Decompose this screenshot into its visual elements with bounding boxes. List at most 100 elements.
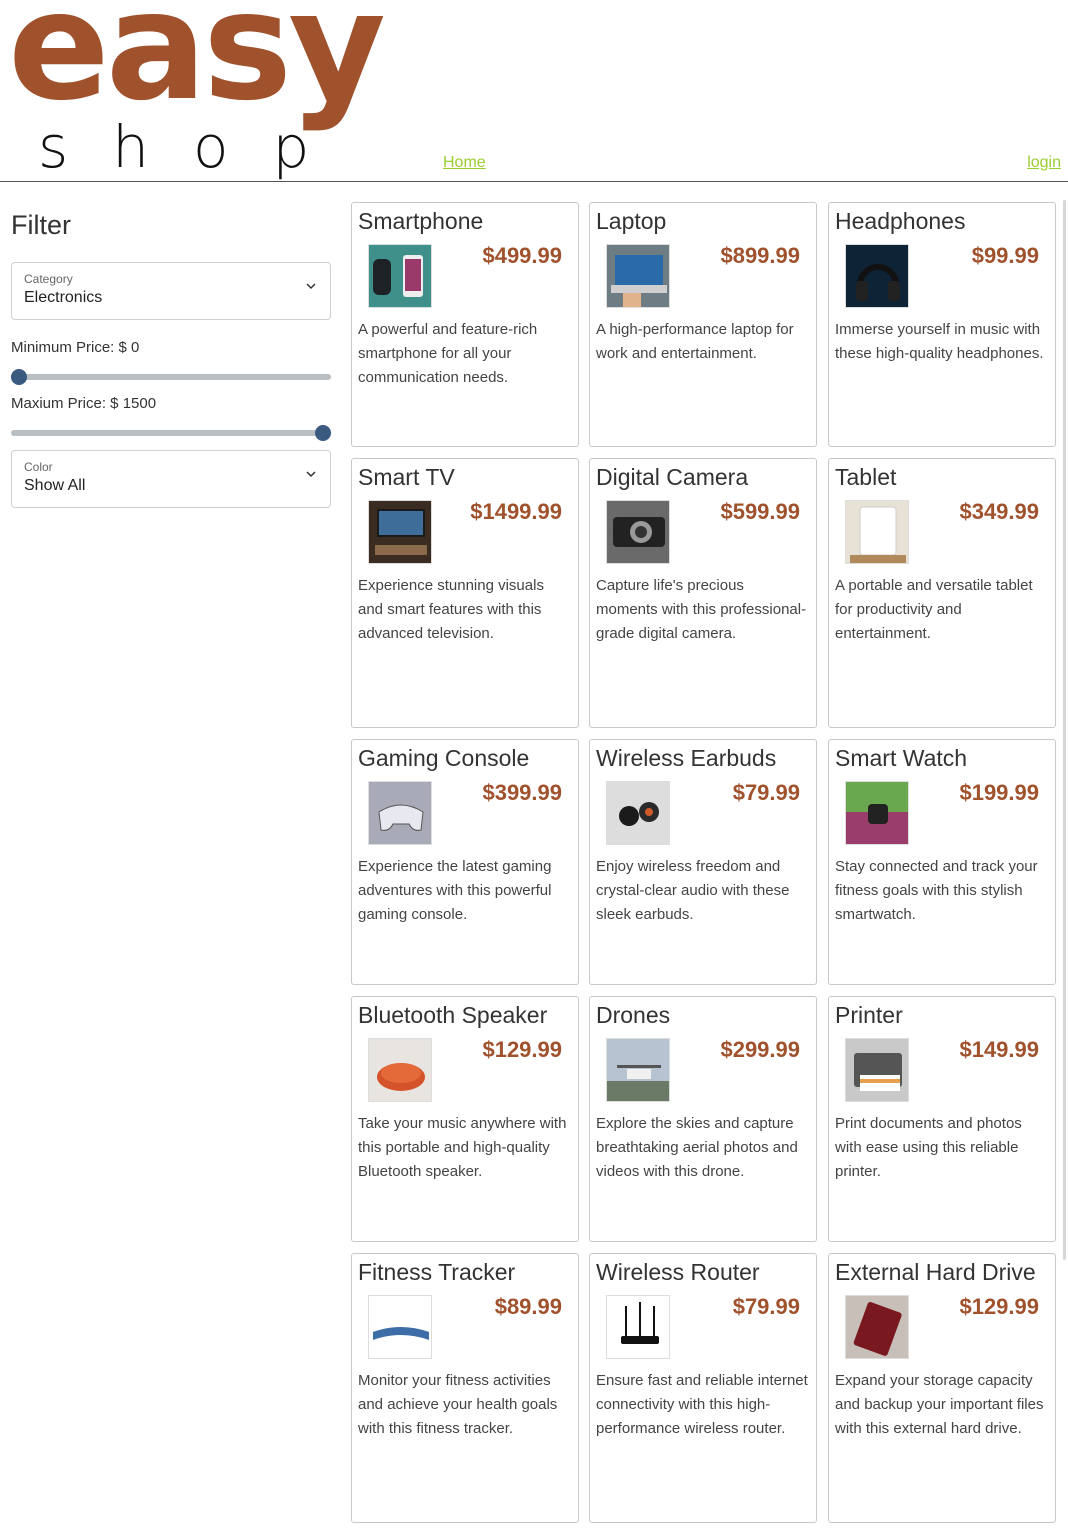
min-price-slider[interactable] xyxy=(11,365,331,389)
product-name[interactable]: Drones xyxy=(596,1002,670,1029)
category-label: Category xyxy=(24,272,73,286)
product-price: $129.99 xyxy=(482,1037,562,1062)
product-card[interactable]: Digital Camera $599.99 Capture life's prec… xyxy=(589,458,817,728)
product-price: $299.99 xyxy=(720,1037,800,1062)
color-label: Color xyxy=(24,460,53,474)
product-image[interactable] xyxy=(368,500,432,564)
product-card[interactable]: Laptop $899.99 A high-performance laptop f… xyxy=(589,202,817,447)
product-description: Expand your storage capacity and backup … xyxy=(835,1372,1044,1437)
product-card[interactable]: Headphones $99.99 Immerse yourself in musi… xyxy=(828,202,1056,447)
product-name[interactable]: Tablet xyxy=(835,464,896,491)
product-name[interactable]: Smart Watch xyxy=(835,745,967,772)
scrollbar[interactable] xyxy=(1063,200,1066,1260)
nav-home-link[interactable]: Home xyxy=(443,154,486,172)
product-image[interactable] xyxy=(845,244,909,308)
chevron-down-icon xyxy=(306,471,316,478)
product-image[interactable] xyxy=(606,1038,670,1102)
product-price: $399.99 xyxy=(482,780,562,805)
filter-title: Filter xyxy=(11,210,71,240)
product-name[interactable]: Gaming Console xyxy=(358,745,529,772)
product-card[interactable]: Fitness Tracker $89.99 Monitor your fitnes… xyxy=(351,1253,579,1523)
product-card[interactable]: Printer $149.99 Print documents and photos… xyxy=(828,996,1056,1242)
product-description: Immerse yourself in music with these hig… xyxy=(835,321,1044,362)
max-price-slider[interactable] xyxy=(11,421,331,445)
product-card[interactable]: Smart TV $1499.99 Experience stunning visu… xyxy=(351,458,579,728)
chevron-down-icon xyxy=(306,283,316,290)
product-name[interactable]: Printer xyxy=(835,1002,903,1029)
product-description: A powerful and feature-rich smartphone f… xyxy=(358,321,538,386)
product-image[interactable] xyxy=(606,244,670,308)
product-price: $79.99 xyxy=(732,1294,800,1319)
product-price: $79.99 xyxy=(732,780,800,805)
product-name[interactable]: Wireless Router xyxy=(596,1259,760,1286)
product-name[interactable]: Bluetooth Speaker xyxy=(358,1002,547,1029)
product-card[interactable]: Gaming Console $399.99 Experience the late… xyxy=(351,739,579,985)
product-price: $149.99 xyxy=(959,1037,1039,1062)
max-price-thumb[interactable] xyxy=(315,425,331,441)
product-price: $1499.99 xyxy=(470,499,562,524)
easy-shop-logo[interactable]: easy shop xyxy=(8,0,428,180)
product-name[interactable]: Digital Camera xyxy=(596,464,748,491)
product-description: Enjoy wireless freedom and crystal-clear… xyxy=(596,858,790,923)
product-price: $599.99 xyxy=(720,499,800,524)
product-description: Experience the latest gaming adventures … xyxy=(358,858,552,923)
product-description: Experience stunning visuals and smart fe… xyxy=(358,577,544,642)
product-name[interactable]: Smartphone xyxy=(358,208,483,235)
filter-panel: Filter Category Electronics Minimum Pric… xyxy=(11,200,331,508)
logo-easy-text: easy xyxy=(8,0,386,134)
product-description: Stay connected and track your fitness go… xyxy=(835,858,1038,923)
product-price: $89.99 xyxy=(494,1294,562,1319)
product-description: Monitor your fitness activities and achi… xyxy=(358,1372,558,1437)
product-image[interactable] xyxy=(606,500,670,564)
product-name[interactable]: Wireless Earbuds xyxy=(596,745,776,772)
product-card[interactable]: Tablet $349.99 A portable and versatile ta… xyxy=(828,458,1056,728)
product-description: Ensure fast and reliable internet connec… xyxy=(596,1372,808,1437)
product-name[interactable]: Fitness Tracker xyxy=(358,1259,515,1286)
product-description: A high-performance laptop for work and e… xyxy=(596,321,794,362)
product-card[interactable]: Wireless Earbuds $79.99 Enjoy wireless fre… xyxy=(589,739,817,985)
product-price: $349.99 xyxy=(959,499,1039,524)
product-image[interactable] xyxy=(606,1295,670,1359)
product-price: $899.99 xyxy=(720,243,800,268)
product-card[interactable]: Smart Watch $199.99 Stay connected and tra… xyxy=(828,739,1056,985)
product-name[interactable]: Smart TV xyxy=(358,464,455,491)
min-price-label: Minimum Price: $ 0 xyxy=(11,339,140,356)
product-image[interactable] xyxy=(845,1038,909,1102)
color-value: Show All xyxy=(24,477,86,494)
product-image[interactable] xyxy=(606,781,670,845)
product-image[interactable] xyxy=(368,244,432,308)
product-image[interactable] xyxy=(845,1295,909,1359)
product-price: $499.99 xyxy=(482,243,562,268)
product-card[interactable]: Wireless Router $79.99 Ensure fast and rel… xyxy=(589,1253,817,1523)
product-name[interactable]: Headphones xyxy=(835,208,965,235)
product-price: $99.99 xyxy=(971,243,1039,268)
product-image[interactable] xyxy=(368,1295,432,1359)
product-price: $199.99 xyxy=(959,780,1039,805)
product-price: $129.99 xyxy=(959,1294,1039,1319)
max-price-label: Maxium Price: $ 1500 xyxy=(11,395,157,412)
product-card[interactable]: Drones $299.99 Explore the skies and captu… xyxy=(589,996,817,1242)
product-image[interactable] xyxy=(368,1038,432,1102)
site-header: easy shop Home login xyxy=(0,0,1068,182)
logo-shop-text: shop xyxy=(38,113,354,181)
product-description: Take your music anywhere with this porta… xyxy=(358,1115,567,1180)
min-price-track xyxy=(11,374,331,380)
product-name[interactable]: Laptop xyxy=(596,208,666,235)
max-price-track xyxy=(11,430,331,436)
color-select[interactable]: Color Show All xyxy=(11,450,331,508)
category-select[interactable]: Category Electronics xyxy=(11,262,331,320)
product-image[interactable] xyxy=(845,781,909,845)
nav-login-link[interactable]: login xyxy=(1027,154,1061,172)
product-description: Print documents and photos with ease usi… xyxy=(835,1115,1022,1180)
product-name[interactable]: External Hard Drive xyxy=(835,1259,1036,1286)
product-description: Explore the skies and capture breathtaki… xyxy=(596,1115,798,1180)
product-card[interactable]: Smartphone $499.99 A powerful and feature-… xyxy=(351,202,579,447)
product-image[interactable] xyxy=(368,781,432,845)
min-price-thumb[interactable] xyxy=(11,369,27,385)
product-description: Capture life's precious moments with thi… xyxy=(596,577,807,642)
category-value: Electronics xyxy=(24,289,103,306)
product-image[interactable] xyxy=(845,500,909,564)
product-description: A portable and versatile tablet for prod… xyxy=(835,577,1033,642)
product-card[interactable]: Bluetooth Speaker $129.99 Take your music … xyxy=(351,996,579,1242)
product-card[interactable]: External Hard Drive $129.99 Expand your st… xyxy=(828,1253,1056,1523)
